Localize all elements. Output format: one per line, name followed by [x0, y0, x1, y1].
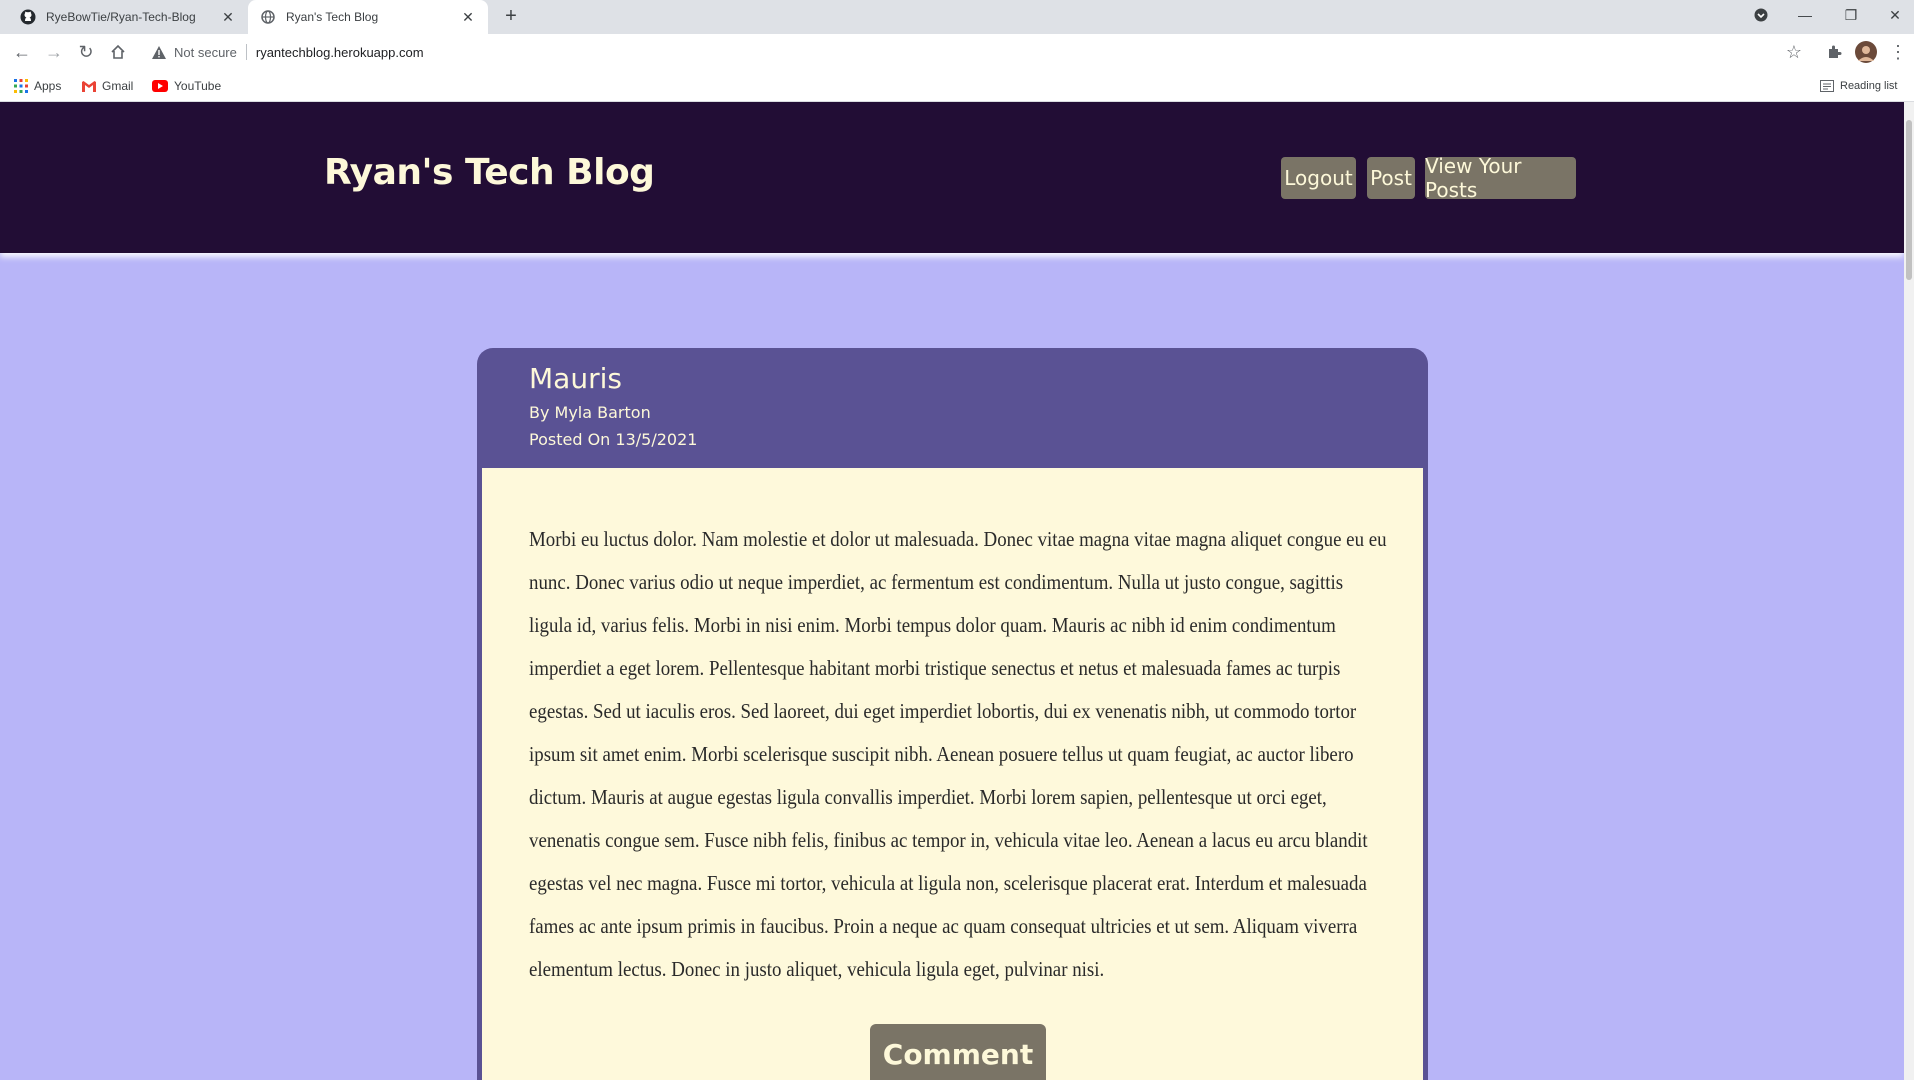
reading-list-label: Reading list — [1840, 80, 1898, 92]
new-tab-icon[interactable]: + — [500, 6, 522, 28]
reading-list[interactable]: Reading list — [1820, 77, 1897, 95]
post-body-container: Morbi eu luctus dolor. Nam molestie et d… — [477, 468, 1428, 1080]
bookmarks-bar: Apps Gmail YouTube Reading list — [0, 70, 1914, 102]
tab-github[interactable]: RyeBowTie/Ryan-Tech-Blog ✕ — [8, 0, 248, 34]
site-title[interactable]: Ryan's Tech Blog — [324, 152, 655, 193]
tab-ryans-tech-blog[interactable]: Ryan's Tech Blog ✕ — [248, 0, 488, 34]
home-icon[interactable] — [106, 40, 130, 64]
close-window-icon[interactable]: ✕ — [1872, 0, 1914, 30]
bookmark-label: Gmail — [102, 79, 134, 93]
gmail-icon — [82, 80, 96, 92]
tab-label: Ryan's Tech Blog — [286, 10, 379, 24]
back-icon[interactable]: ← — [10, 40, 34, 64]
restore-icon[interactable]: ❐ — [1828, 0, 1874, 30]
post-body: Morbi eu luctus dolor. Nam molestie et d… — [529, 527, 1387, 981]
web-page: Ryan's Tech Blog Logout Post View Your P… — [0, 102, 1914, 1080]
divider — [245, 44, 247, 60]
more-menu-icon[interactable]: ⋮ — [1886, 40, 1910, 64]
tab-label: RyeBowTie/Ryan-Tech-Blog — [46, 10, 196, 24]
post-header: Mauris By Myla Barton Posted On 13/5/202… — [477, 348, 1428, 468]
reload-icon[interactable]: ↻ — [74, 40, 98, 64]
bookmark-label: Apps — [34, 79, 62, 93]
post-button[interactable]: Post — [1367, 157, 1415, 199]
bookmark-apps[interactable]: Apps — [14, 77, 61, 95]
bookmark-youtube[interactable]: YouTube — [152, 77, 221, 95]
scrollbar-thumb[interactable] — [1906, 120, 1912, 280]
reading-list-icon — [1820, 80, 1834, 92]
logout-button[interactable]: Logout — [1281, 157, 1356, 199]
extensions-icon[interactable] — [1822, 40, 1846, 64]
url-text[interactable]: ryantechblog.herokuapp.com — [256, 45, 424, 60]
warning-icon — [152, 45, 166, 59]
site-header: Ryan's Tech Blog Logout Post View Your P… — [0, 102, 1904, 253]
close-icon[interactable]: ✕ — [460, 9, 476, 26]
close-icon[interactable]: ✕ — [220, 9, 236, 26]
bookmark-gmail[interactable]: Gmail — [82, 77, 133, 95]
security-status: Not secure — [174, 44, 237, 60]
comment-button[interactable]: Comment — [870, 1024, 1046, 1080]
forward-icon[interactable]: → — [42, 40, 66, 64]
post-author: By Myla Barton — [529, 403, 651, 422]
post-title: Mauris — [529, 362, 622, 395]
github-icon — [20, 9, 36, 25]
post-date: Posted On 13/5/2021 — [529, 430, 698, 449]
apps-grid-icon — [14, 79, 28, 93]
omnibox[interactable]: Not secure ryantechblog.herokuapp.com — [140, 37, 1788, 67]
address-bar-row: ← → ↻ Not secure ryantechblog.herokuapp.… — [0, 34, 1914, 70]
youtube-icon — [152, 80, 168, 92]
avatar[interactable] — [1854, 40, 1878, 64]
post-card: Mauris By Myla Barton Posted On 13/5/202… — [477, 348, 1428, 1080]
browser-tab-bar: RyeBowTie/Ryan-Tech-Blog ✕ Ryan's Tech B… — [0, 0, 1914, 34]
minimize-icon[interactable]: — — [1782, 0, 1828, 30]
bookmark-star-icon[interactable]: ☆ — [1782, 40, 1806, 64]
view-your-posts-button[interactable]: View Your Posts — [1425, 154, 1576, 202]
tab-search-icon[interactable] — [1738, 0, 1784, 30]
globe-icon — [260, 9, 276, 25]
bookmark-label: YouTube — [174, 79, 222, 93]
